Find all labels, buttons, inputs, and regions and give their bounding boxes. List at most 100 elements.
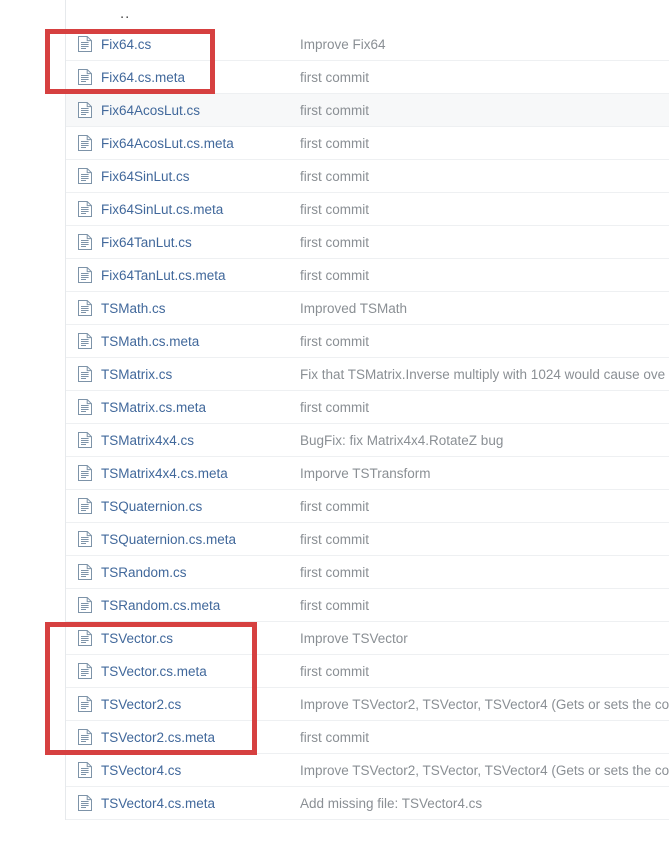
file-name-link[interactable]: TSMatrix4x4.cs	[101, 433, 194, 448]
table-row[interactable]: TSVector2.cs Improve TSVector2, TSVector,…	[66, 688, 669, 721]
file-name-link[interactable]: TSVector2.cs	[101, 697, 181, 712]
table-row[interactable]: TSRandom.cs.meta first commit	[66, 589, 669, 622]
file-name-link[interactable]: TSVector2.cs.meta	[101, 730, 215, 745]
file-name-cell[interactable]: TSVector4.cs.meta	[66, 795, 298, 811]
file-name-link[interactable]: TSMatrix.cs.meta	[101, 400, 206, 415]
commit-message-cell[interactable]: first commit	[298, 169, 669, 184]
table-row[interactable]: Fix64TanLut.cs.meta first commit	[66, 259, 669, 292]
commit-message-cell[interactable]: first commit	[298, 499, 669, 514]
file-name-cell[interactable]: TSMatrix4x4.cs	[66, 432, 298, 448]
commit-message-cell[interactable]: Fix that TSMatrix.Inverse multiply with …	[298, 367, 669, 382]
commit-message-cell[interactable]: Improve TSVector2, TSVector, TSVector4 (…	[298, 697, 669, 712]
file-name-link[interactable]: TSVector4.cs.meta	[101, 796, 215, 811]
table-row[interactable]: TSRandom.cs first commit	[66, 556, 669, 589]
file-name-cell[interactable]: TSMath.cs	[66, 300, 298, 316]
table-row[interactable]: TSMatrix.cs.meta first commit	[66, 391, 669, 424]
commit-message-cell[interactable]: Improve Fix64	[298, 37, 669, 52]
table-row[interactable]: TSMath.cs.meta first commit	[66, 325, 669, 358]
file-name-link[interactable]: Fix64AcosLut.cs.meta	[101, 136, 234, 151]
file-name-cell[interactable]: Fix64SinLut.cs	[66, 168, 298, 184]
file-name-link[interactable]: TSQuaternion.cs	[101, 499, 202, 514]
table-row[interactable]: TSVector4.cs Improve TSVector2, TSVector,…	[66, 754, 669, 787]
table-row[interactable]: TSVector4.cs.meta Add missing file: TSVec…	[66, 787, 669, 820]
file-name-link[interactable]: TSMatrix.cs	[101, 367, 172, 382]
file-name-cell[interactable]: TSMatrix.cs	[66, 366, 298, 382]
file-name-cell[interactable]: Fix64AcosLut.cs.meta	[66, 135, 298, 151]
file-name-cell[interactable]: TSMatrix4x4.cs.meta	[66, 465, 298, 481]
commit-message-cell[interactable]: first commit	[298, 235, 669, 250]
commit-message-cell[interactable]: Imporve TSTransform	[298, 466, 669, 481]
file-name-cell[interactable]: TSVector.cs	[66, 630, 298, 646]
file-name-cell[interactable]: TSRandom.cs.meta	[66, 597, 298, 613]
file-name-cell[interactable]: Fix64SinLut.cs.meta	[66, 201, 298, 217]
table-row[interactable]: Fix64AcosLut.cs.meta first commit	[66, 127, 669, 160]
table-row[interactable]: TSVector2.cs.meta first commit	[66, 721, 669, 754]
commit-message-cell[interactable]: Add missing file: TSVector4.cs	[298, 796, 669, 811]
commit-message-cell[interactable]: first commit	[298, 136, 669, 151]
file-name-cell[interactable]: Fix64AcosLut.cs	[66, 102, 298, 118]
file-name-link[interactable]: TSRandom.cs.meta	[101, 598, 220, 613]
file-name-link[interactable]: Fix64SinLut.cs.meta	[101, 202, 223, 217]
file-name-cell[interactable]: TSMath.cs.meta	[66, 333, 298, 349]
file-name-link[interactable]: Fix64TanLut.cs.meta	[101, 268, 226, 283]
file-name-link[interactable]: TSVector.cs.meta	[101, 664, 207, 679]
commit-message-cell[interactable]: first commit	[298, 202, 669, 217]
file-name-link[interactable]: TSQuaternion.cs.meta	[101, 532, 236, 547]
table-row[interactable]: TSMatrix.cs Fix that TSMatrix.Inverse mul…	[66, 358, 669, 391]
file-name-cell[interactable]: TSVector4.cs	[66, 762, 298, 778]
file-name-cell[interactable]: TSRandom.cs	[66, 564, 298, 580]
file-name-cell[interactable]: Fix64TanLut.cs	[66, 234, 298, 250]
file-name-link[interactable]: TSMath.cs.meta	[101, 334, 199, 349]
commit-message-cell[interactable]: Improve TSVector	[298, 631, 669, 646]
file-name-cell[interactable]: TSVector.cs.meta	[66, 663, 298, 679]
commit-message-cell[interactable]: first commit	[298, 598, 669, 613]
table-row[interactable]: TSVector.cs Improve TSVector	[66, 622, 669, 655]
commit-message-cell[interactable]: first commit	[298, 103, 669, 118]
commit-message-cell[interactable]: first commit	[298, 400, 669, 415]
file-name-cell[interactable]: Fix64.cs	[66, 36, 298, 52]
table-row[interactable]: TSQuaternion.cs first commit	[66, 490, 669, 523]
file-name-link[interactable]: TSMath.cs	[101, 301, 166, 316]
parent-directory-cell[interactable]: ..	[66, 9, 298, 19]
file-name-cell[interactable]: TSQuaternion.cs	[66, 498, 298, 514]
file-name-link[interactable]: TSVector4.cs	[101, 763, 181, 778]
commit-message-cell[interactable]: Improved TSMath	[298, 301, 669, 316]
file-name-link[interactable]: Fix64.cs.meta	[101, 70, 185, 85]
commit-message-cell[interactable]: first commit	[298, 730, 669, 745]
file-name-link[interactable]: TSMatrix4x4.cs.meta	[101, 466, 228, 481]
file-name-cell[interactable]: TSVector2.cs.meta	[66, 729, 298, 745]
commit-message-cell[interactable]: first commit	[298, 70, 669, 85]
file-name-link[interactable]: Fix64.cs	[101, 37, 151, 52]
table-row[interactable]: Fix64SinLut.cs first commit	[66, 160, 669, 193]
table-row[interactable]: TSMatrix4x4.cs BugFix: fix Matrix4x4.Rota…	[66, 424, 669, 457]
file-name-link[interactable]: TSRandom.cs	[101, 565, 187, 580]
file-name-link[interactable]: Fix64AcosLut.cs	[101, 103, 200, 118]
commit-message-cell[interactable]: first commit	[298, 565, 669, 580]
commit-message-cell[interactable]: Improve TSVector2, TSVector, TSVector4 (…	[298, 763, 669, 778]
commit-message-cell[interactable]: BugFix: fix Matrix4x4.RotateZ bug	[298, 433, 669, 448]
table-row[interactable]: TSQuaternion.cs.meta first commit	[66, 523, 669, 556]
file-name-link[interactable]: Fix64SinLut.cs	[101, 169, 190, 184]
table-row-parent-directory[interactable]: ..	[66, 0, 669, 28]
file-icon	[78, 597, 101, 613]
commit-message-cell[interactable]: first commit	[298, 532, 669, 547]
table-row[interactable]: Fix64SinLut.cs.meta first commit	[66, 193, 669, 226]
table-row[interactable]: Fix64AcosLut.cs first commit	[66, 94, 669, 127]
file-name-cell[interactable]: Fix64.cs.meta	[66, 69, 298, 85]
table-row[interactable]: TSMath.cs Improved TSMath	[66, 292, 669, 325]
commit-message-cell[interactable]: first commit	[298, 268, 669, 283]
table-row[interactable]: TSMatrix4x4.cs.meta Imporve TSTransform	[66, 457, 669, 490]
file-name-cell[interactable]: Fix64TanLut.cs.meta	[66, 267, 298, 283]
file-name-link[interactable]: TSVector.cs	[101, 631, 173, 646]
commit-message-cell[interactable]: first commit	[298, 664, 669, 679]
parent-directory-label[interactable]: ..	[78, 9, 130, 19]
table-row[interactable]: Fix64.cs Improve Fix64	[66, 28, 669, 61]
table-row[interactable]: TSVector.cs.meta first commit	[66, 655, 669, 688]
table-row[interactable]: Fix64.cs.meta first commit	[66, 61, 669, 94]
file-name-cell[interactable]: TSMatrix.cs.meta	[66, 399, 298, 415]
file-name-link[interactable]: Fix64TanLut.cs	[101, 235, 192, 250]
table-row[interactable]: Fix64TanLut.cs first commit	[66, 226, 669, 259]
commit-message-cell[interactable]: first commit	[298, 334, 669, 349]
file-name-cell[interactable]: TSVector2.cs	[66, 696, 298, 712]
file-name-cell[interactable]: TSQuaternion.cs.meta	[66, 531, 298, 547]
